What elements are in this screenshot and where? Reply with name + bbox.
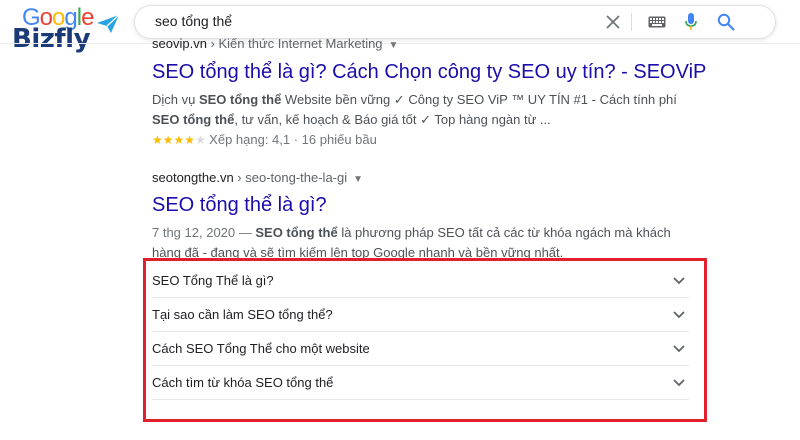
result-path: › seo-tong-the-la-gi [233,170,348,185]
result-snippet: 7 thg 12, 2020 — SEO tổng thể là phương … [152,223,697,263]
faq-item[interactable]: Tại sao cần làm SEO tổng thể? [152,298,689,332]
result-title-link[interactable]: SEO tổng thể là gì? Cách Chọn công ty SE… [152,59,706,85]
star-icon: ★ [173,133,185,147]
caret-down-icon[interactable]: ▼ [389,40,399,51]
result-breadcrumb[interactable]: seovip.vn › Kiến thức Internet Marketing… [152,36,706,51]
star-icon: ★ [184,133,196,147]
faq-item[interactable]: Cách SEO Tổng Thể cho một website [152,332,689,366]
search-result: seotongthe.vn › seo-tong-the-la-gi ▼ SEO … [152,170,697,263]
keyboard-icon[interactable] [645,10,669,34]
paper-plane-icon [97,14,120,33]
star-icon: ★ [162,133,174,147]
snippet-text: , tư vấn, kế hoạch & Báo giá tốt ✓ Top h… [234,112,551,127]
search-input[interactable] [153,12,577,30]
snippet-keyword: SEO tổng thể [198,92,282,107]
result-title-link[interactable]: SEO tổng thể là gì? [152,192,697,218]
search-result: seovip.vn › Kiến thức Internet Marketing… [152,36,706,150]
faq-question: Cách SEO Tổng Thể cho một website [152,341,370,356]
faq-question: Cách tìm từ khóa SEO tổng thể [152,375,334,390]
chevron-down-icon[interactable] [671,374,687,390]
search-icon[interactable] [714,10,738,34]
star-empty-icon: ★ [195,133,206,147]
search-box[interactable] [134,5,776,39]
rating-text: Xếp hạng: 4,1 · 16 phiếu bầu [209,132,377,147]
chevron-down-icon[interactable] [671,272,687,288]
result-domain: seotongthe.vn [152,170,234,185]
chevron-down-icon[interactable] [671,340,687,356]
logo[interactable]: Google Bizfly [10,4,120,54]
snippet-text: Website bền vững ✓ Công ty SEO ViP ™ UY … [281,92,677,107]
faq-item[interactable]: SEO Tổng Thể là gì? [152,264,689,298]
result-rating: ★★★★★ Xếp hạng: 4,1 · 16 phiếu bầu [152,130,706,150]
snippet-keyword: SEO tổng thể [255,225,338,240]
faq-item[interactable]: Cách tìm từ khóa SEO tổng thể [152,366,689,400]
caret-down-icon[interactable]: ▼ [353,174,363,185]
chevron-down-icon[interactable] [671,306,687,322]
divider [631,13,632,31]
bizfly-logo-text: Bizfly [12,24,91,54]
result-path: › Kiến thức Internet Marketing [206,36,383,51]
close-icon[interactable] [601,10,625,34]
faq-list: SEO Tổng Thể là gì? Tại sao cần làm SEO … [152,264,689,400]
result-breadcrumb[interactable]: seotongthe.vn › seo-tong-the-la-gi ▼ [152,170,697,185]
result-snippet: Dịch vụ SEO tổng thể Website bền vững ✓ … [152,90,697,130]
faq-question: SEO Tổng Thể là gì? [152,273,274,288]
result-date: 7 thg 12, 2020 — [152,225,256,240]
snippet-text: Dịch vụ [152,92,199,107]
result-domain: seovip.vn [152,36,207,51]
snippet-keyword: SEO tổng thể [152,112,235,127]
faq-question: Tại sao cần làm SEO tổng thể? [152,307,333,322]
rating-stars: ★★★★★ [152,133,209,147]
microphone-icon[interactable] [679,10,703,34]
star-icon: ★ [152,133,163,147]
